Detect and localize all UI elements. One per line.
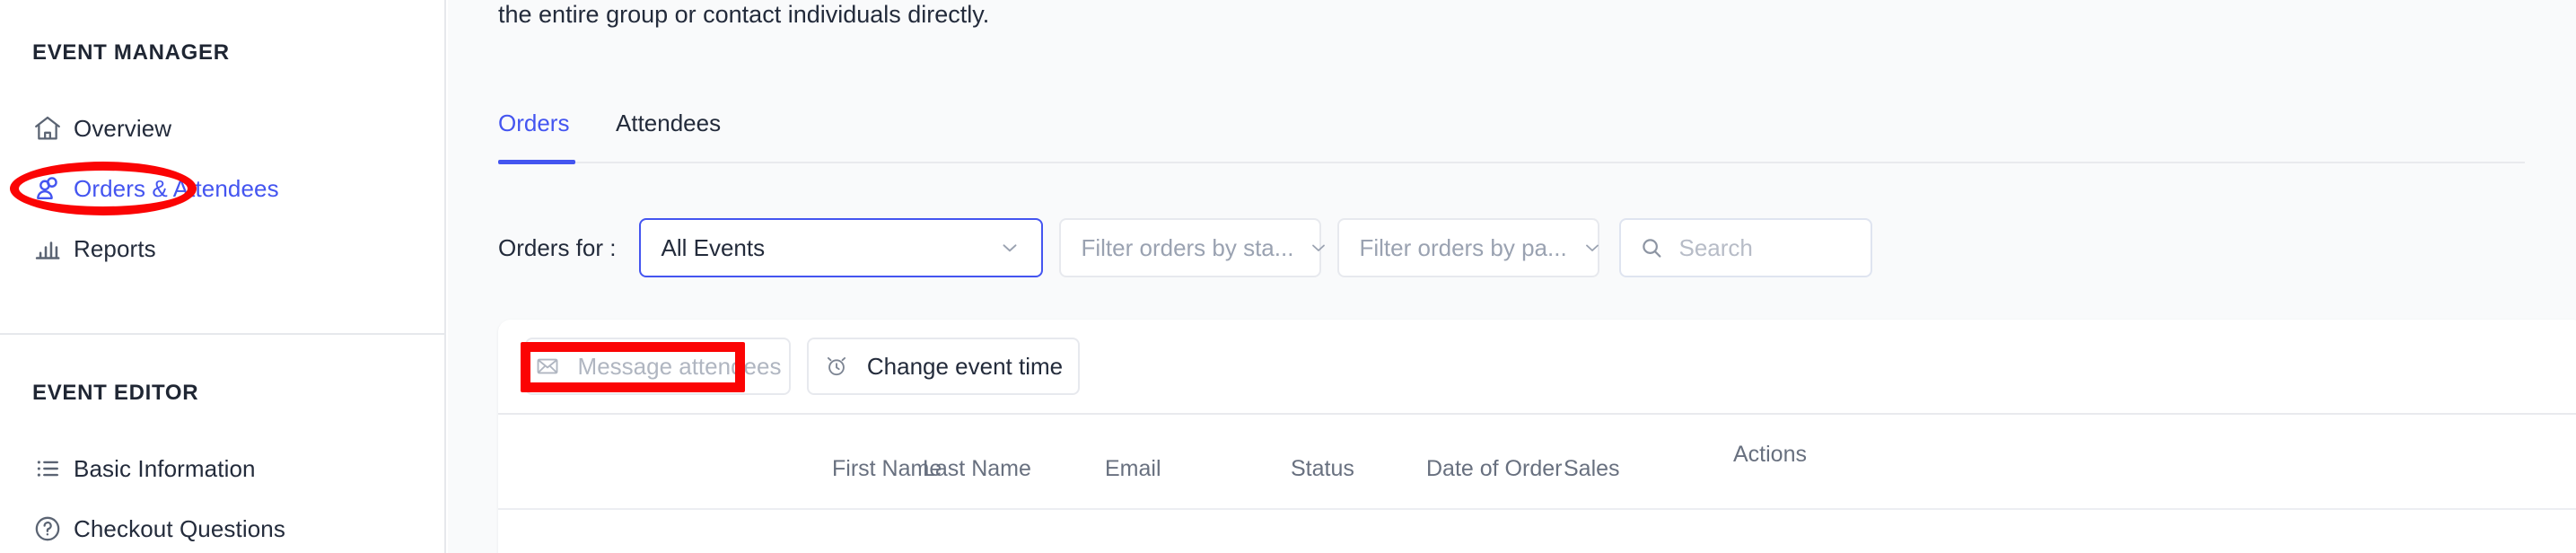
search-placeholder: Search (1678, 233, 1753, 261)
tab-bar-rule (498, 162, 2525, 163)
search-icon (1639, 235, 1664, 260)
filter-row: Orders for : All Events Filter orders by… (498, 218, 1873, 277)
sidebar-item-label: Reports (74, 234, 156, 262)
tab-attendees[interactable]: Attendees (616, 110, 721, 137)
chevron-down-icon (1293, 237, 1329, 259)
intro-paragraph: the entire group or contact individuals … (498, 1, 990, 28)
sidebar-item-label: Checkout Questions (74, 514, 285, 542)
envelope-icon (535, 354, 560, 379)
payment-filter-placeholder: Filter orders by pa... (1359, 233, 1567, 261)
event-select[interactable]: All Events (639, 218, 1044, 277)
sidebar-item-checkout-questions[interactable]: Checkout Questions (0, 505, 285, 552)
sidebar-item-label: Orders & Attendees (74, 174, 279, 202)
column-header-sales[interactable]: Sales (1564, 456, 1620, 482)
home-icon (32, 110, 74, 146)
sidebar-item-orders-attendees[interactable]: Orders & Attendees (0, 165, 279, 212)
sidebar-section-heading-event-editor: EVENT EDITOR (32, 381, 199, 405)
sidebar-item-reports[interactable]: Reports (0, 225, 156, 272)
table-header-row: First Name Last Name Email Status Date o… (498, 415, 2576, 508)
column-header-actions[interactable]: Actions (1733, 442, 1807, 468)
status-filter-select[interactable]: Filter orders by sta... (1059, 218, 1326, 277)
list-icon (32, 451, 74, 487)
app-root: EVENT MANAGER Overview Orders & Attendee… (0, 0, 2576, 553)
chevron-down-icon (1567, 237, 1603, 259)
sidebar-section-heading-event-manager: EVENT MANAGER (32, 40, 230, 65)
search-input[interactable]: Search (1619, 218, 1873, 277)
sidebar-item-overview[interactable]: Overview (0, 105, 171, 152)
event-select-value: All Events (661, 233, 766, 261)
tab-active-underline (498, 160, 575, 164)
people-icon (32, 171, 74, 206)
alarm-clock-icon (824, 354, 849, 379)
orders-for-label: Orders for : (498, 233, 617, 261)
sidebar-item-label: Basic Information (74, 454, 256, 482)
status-filter-placeholder: Filter orders by sta... (1081, 233, 1294, 261)
sidebar: EVENT MANAGER Overview Orders & Attendee… (0, 0, 446, 553)
column-header-last-name[interactable]: Last Name (923, 456, 1031, 482)
tab-orders[interactable]: Orders (498, 110, 569, 137)
payment-filter-select[interactable]: Filter orders by pa... (1337, 218, 1600, 277)
card-action-bar: Message attendees Change event time (498, 320, 2576, 413)
sidebar-divider (0, 333, 444, 335)
column-header-email[interactable]: Email (1105, 456, 1161, 482)
sidebar-item-basic-information[interactable]: Basic Information (0, 445, 256, 492)
change-event-time-button[interactable]: Change event time (807, 338, 1080, 395)
question-circle-icon (32, 511, 74, 547)
message-attendees-label: Message attendees (577, 352, 782, 380)
main-content: the entire group or contact individuals … (448, 0, 2576, 553)
column-header-status[interactable]: Status (1291, 456, 1354, 482)
orders-card: Message attendees Change event time Firs… (498, 320, 2576, 553)
table-header-divider (498, 508, 2576, 510)
message-attendees-button[interactable]: Message attendees (525, 338, 791, 395)
bar-chart-icon (32, 231, 74, 267)
tab-bar: Orders Attendees (498, 110, 2527, 165)
sidebar-item-label: Overview (74, 114, 172, 142)
column-header-date-of-order[interactable]: Date of Order (1426, 456, 1562, 482)
change-event-time-label: Change event time (866, 352, 1064, 380)
chevron-down-icon (984, 236, 1021, 259)
